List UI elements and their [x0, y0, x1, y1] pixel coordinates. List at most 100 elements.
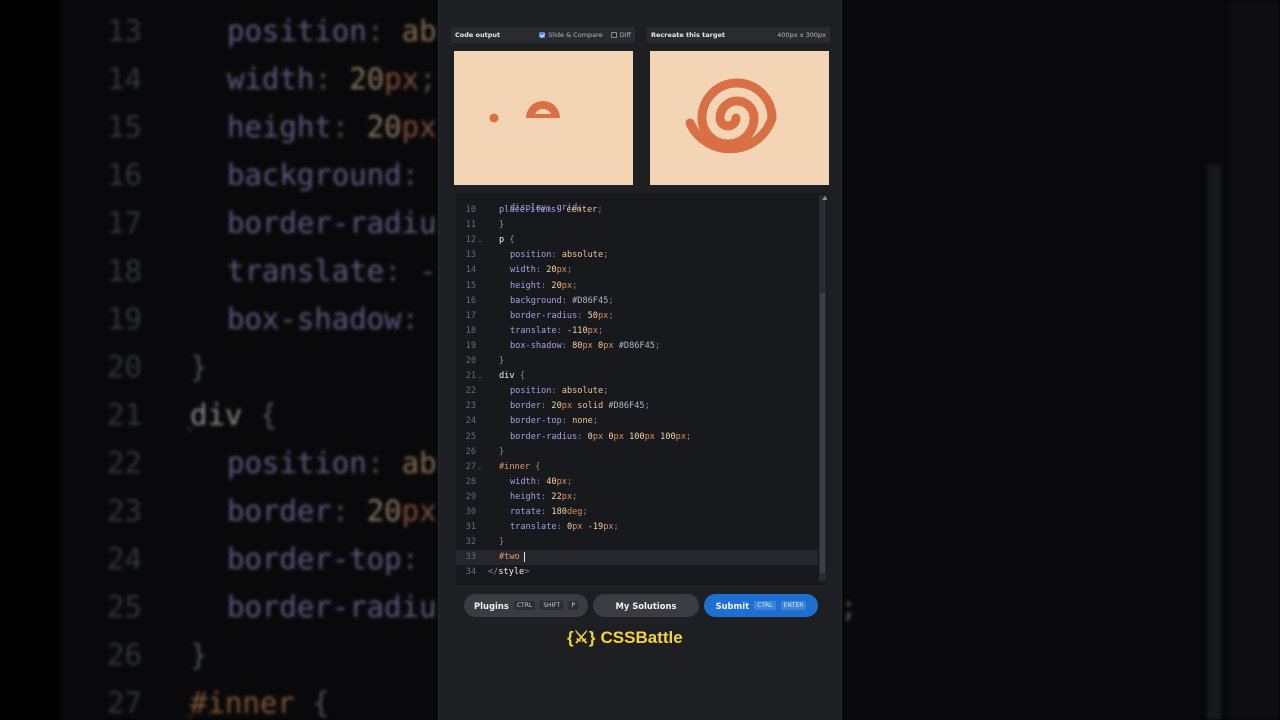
editor-line[interactable]: 20} [456, 354, 818, 369]
editor-line[interactable]: 22 position: absolute; [456, 384, 818, 399]
token-punc: ; [613, 522, 619, 533]
token-prop: border [227, 494, 332, 528]
editor-line[interactable]: 21 ⌄ div { [456, 369, 818, 384]
editor-line[interactable]: 14 width: 20px; [456, 263, 818, 278]
token-prop: position [227, 14, 367, 48]
token-prop: background [510, 295, 562, 306]
token-punc: : [535, 265, 547, 276]
token-unit: px [384, 62, 420, 96]
line-number: 22 [465, 386, 476, 397]
editor-line[interactable]: 32} [456, 535, 818, 550]
editor-scrollbar-thumb[interactable] [820, 293, 825, 573]
code-text: position: absolute; [488, 248, 608, 263]
token-punc: : [366, 446, 402, 480]
token-prop: border-radiu [227, 590, 437, 624]
editor-line[interactable]: 11} [456, 218, 818, 233]
token-num: 20 [366, 110, 402, 144]
token-prop: border-radius [510, 431, 578, 442]
line-number: 24 [107, 542, 142, 576]
diff-checkbox[interactable] [610, 32, 617, 38]
token-val: absolute [561, 250, 604, 261]
code-text: width: 40px; [488, 475, 572, 490]
editor-line[interactable]: 25 border-radius: 0px 0px 100px 100px; [456, 430, 818, 445]
code-text: } [488, 218, 504, 233]
editor-line[interactable]: 12 ⌄ p { [456, 233, 818, 248]
code-text: border-top: none; [488, 414, 598, 429]
editor-line[interactable]: 10 place-items: center; [456, 203, 818, 218]
text-cursor [523, 551, 525, 562]
output-pane-header: Code output Slide & Compare Diff [451, 27, 635, 43]
editor-line[interactable]: 18 translate: -110px; [456, 324, 818, 339]
line-number: 23 [107, 494, 142, 528]
editor-line[interactable]: 31 translate: 0px -19px; [456, 520, 818, 535]
my-solutions-button[interactable]: My Solutions [593, 594, 699, 617]
editor-line[interactable]: 34 </style> [456, 565, 818, 580]
target-pane-header: Recreate this target 400px x 300px [647, 27, 830, 43]
token-punc: } [190, 638, 208, 672]
line-number: 30 [465, 507, 476, 517]
line-number: 26 [107, 638, 142, 672]
line-number: 18 [465, 325, 476, 336]
line-number: 21 [465, 371, 476, 382]
output-canvas[interactable] [454, 51, 633, 185]
kbd-ctrl: CTRL [513, 601, 536, 610]
code-text: height: 20px [190, 103, 437, 151]
editor-line[interactable]: 23 border: 20px solid #D86F45; [456, 399, 818, 414]
line-number: 14 [465, 265, 476, 276]
line-number: 25 [465, 431, 476, 442]
token-punc: : [577, 310, 588, 321]
token-punc: { [519, 371, 525, 382]
token-punc: : [561, 416, 573, 427]
code-editor[interactable]: display: grid; 10 place-items: center; 11}… [456, 193, 827, 585]
submit-button[interactable]: Submit CTRL ENTER [704, 594, 818, 617]
token-num: 20 [551, 280, 562, 291]
token-punc: { [509, 235, 515, 246]
token-punc: </ [488, 567, 499, 578]
token-unit: px [603, 522, 614, 533]
token-num: 180 [551, 507, 567, 517]
editor-line[interactable]: 26} [456, 445, 818, 460]
plugins-button[interactable]: Plugins CTRL SHIFT P [464, 594, 588, 617]
token-punc: : [561, 295, 573, 306]
editor-line[interactable]: 19 box-shadow: 80px 0px #D86F45; [456, 339, 818, 354]
token-punc: : [401, 542, 420, 576]
token-tag: style [498, 567, 525, 578]
editor-line[interactable]: 16 background: #D86F45; [456, 294, 818, 309]
fold-chevron-icon[interactable]: ⌄ [478, 369, 482, 384]
token-punc: ; [644, 401, 650, 412]
line-number: 18 [107, 254, 142, 288]
scroll-up-arrow-icon[interactable] [822, 196, 827, 200]
line-number: 20 [465, 356, 476, 366]
token-num: -19 [587, 522, 604, 533]
slide-compare-checkbox[interactable] [539, 32, 546, 38]
editor-line[interactable]: 28 width: 40px; [456, 475, 818, 490]
token-prop: box-shadow [227, 302, 402, 336]
editor-line[interactable]: 33 #two [456, 550, 818, 566]
editor-line[interactable]: 17 border-radius: 50px; [456, 309, 818, 324]
target-canvas[interactable] [650, 51, 829, 185]
code-text: position: absolute; [488, 384, 608, 399]
token-punc: ; [566, 265, 573, 276]
token-punc: { [535, 461, 541, 472]
kbd-enter: ENTER [780, 601, 807, 610]
fold-chevron-icon[interactable]: ⌄ [478, 233, 482, 248]
editor-line[interactable]: 24 border-top: none; [456, 414, 818, 429]
editor-line[interactable]: 27 ⌄ #inner { [456, 460, 818, 475]
code-text: height: 20px; [488, 279, 577, 294]
editor-line[interactable]: 29 height: 22px; [456, 490, 818, 505]
output-pane-title: Code output [455, 31, 501, 39]
swords-icon: {⚔} [567, 628, 596, 647]
token-unit: px [556, 476, 567, 487]
target-size-label: 400px x 300px [777, 31, 826, 39]
plugins-label: Plugins [474, 600, 509, 611]
editor-line[interactable]: 30 rotate: 180deg; [456, 505, 818, 520]
editor-line[interactable]: 15 height: 20px; [456, 279, 818, 294]
token-punc: : [551, 386, 562, 397]
fold-chevron-icon[interactable]: ⌄ [478, 460, 482, 475]
token-prop: position [227, 446, 367, 480]
token-unit: px [603, 340, 619, 351]
code-text: div { [488, 369, 525, 384]
token-punc: ; [603, 386, 609, 397]
token-punc: { [259, 398, 278, 432]
editor-line[interactable]: 13 position: absolute; [456, 248, 818, 263]
